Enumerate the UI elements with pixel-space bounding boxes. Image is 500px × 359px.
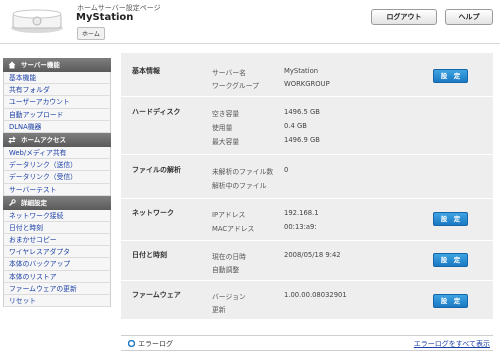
sidebar-item-date-time[interactable]: 日付と時刻	[3, 221, 111, 235]
key-ip-address: IPアドレス	[212, 211, 246, 219]
settings-icon	[9, 198, 16, 206]
value-server-name: MyStation	[284, 67, 319, 75]
value-mac-address: 00:13:a9:	[284, 223, 317, 231]
sidebar-item-network-connection[interactable]: ネットワーク接続	[3, 209, 111, 222]
value-free-space: 1496.5 GB	[284, 108, 320, 116]
sidebar-item-auto-upload[interactable]: 自動アップロード	[3, 108, 111, 121]
config-button-basic-info[interactable]: 設 定	[433, 69, 468, 83]
section-label: 日付と時刻	[132, 251, 167, 259]
key-mac-address: MACアドレス	[212, 225, 255, 233]
device-logo-icon	[11, 9, 63, 33]
key-free-space: 空き容量	[212, 110, 240, 118]
sidebar-section-home-access: ホームアクセス	[3, 132, 111, 147]
key-firmware-update: 更新	[212, 306, 226, 314]
value-unanalyzed-files: 0	[284, 166, 289, 174]
key-current-datetime: 現在の日時	[212, 253, 246, 261]
value-used-space: 0.4 GB	[284, 122, 307, 130]
config-button-date-time[interactable]: 設 定	[433, 253, 468, 267]
section-date-time: 日付と時刻 現在の日時 2008/05/18 9:42 自動調整 設 定	[121, 241, 493, 281]
sidebar-section-advanced: 詳細設定	[3, 195, 111, 210]
sidebar-item-auto-copy[interactable]: おまかせコピー	[3, 234, 111, 247]
sidebar-item-server-test[interactable]: サーバーテスト	[3, 183, 111, 196]
key-firmware-version: バージョン	[212, 293, 246, 301]
page-title: MyStation	[76, 12, 134, 23]
key-workgroup: ワークグループ	[212, 82, 259, 90]
key-analyzing-file: 解析中のファイル	[212, 182, 267, 190]
section-label: ハードディスク	[132, 108, 181, 116]
home-icon	[8, 61, 16, 69]
section-network: ネットワーク IPアドレス 192.168.1 MACアドレス 00:13:a9…	[121, 199, 493, 241]
section-firmware: ファームウェア バージョン 1.00.00.08032901 更新 設 定	[121, 281, 493, 319]
key-max-capacity: 最大容量	[212, 138, 240, 146]
sidebar-item-backup[interactable]: 本体のバックアップ	[3, 258, 111, 271]
sidebar-section-title: ホームアクセス	[21, 135, 66, 144]
config-button-network[interactable]: 設 定	[433, 212, 468, 226]
sidebar-item-user-account[interactable]: ユーザーアカウント	[3, 96, 111, 109]
sidebar-item-restore[interactable]: 本体のリストア	[3, 270, 111, 283]
value-firmware-version: 1.00.00.08032901	[284, 291, 347, 299]
sidebar-section-server: サーバー機能	[3, 58, 111, 72]
section-label: ネットワーク	[132, 209, 174, 217]
breadcrumb-home[interactable]: ホーム	[77, 27, 105, 40]
value-workgroup: WORKGROUP	[284, 80, 330, 88]
section-hard-disk: ハードディスク 空き容量 1496.5 GB 使用量 0.4 GB 最大容量 1…	[121, 97, 493, 155]
value-current-datetime: 2008/05/18 9:42	[284, 251, 341, 259]
section-label: 基本情報	[132, 67, 160, 75]
config-button-firmware[interactable]: 設 定	[433, 294, 468, 308]
sidebar-item-datalink-receive[interactable]: データリンク（受信）	[3, 171, 111, 184]
sidebar-item-datalink-send[interactable]: データリンク（送信）	[3, 159, 111, 172]
section-file-analysis: ファイルの解析 未解析のファイル数 0 解析中のファイル	[121, 155, 493, 199]
sidebar-item-shared-folder[interactable]: 共有フォルダ	[3, 84, 111, 97]
sidebar-section-title: サーバー機能	[21, 61, 60, 69]
help-button[interactable]: ヘルプ	[445, 9, 493, 25]
sidebar-item-wireless-adapter[interactable]: ワイヤレスアダプタ	[3, 246, 111, 259]
key-unanalyzed-files: 未解析のファイル数	[212, 168, 274, 176]
bullet-icon	[128, 340, 135, 347]
sidebar-item-reset[interactable]: リセット	[3, 295, 111, 308]
page-header: ホームサーバー設定ページ MyStation ホーム ログアウト ヘルプ	[0, 0, 500, 44]
error-log-label: エラーログ	[138, 340, 173, 348]
key-used-space: 使用量	[212, 124, 233, 132]
value-ip-address: 192.168.1	[284, 209, 319, 217]
error-log-bar: エラーログ エラーログをすべて表示	[121, 335, 493, 351]
value-max-capacity: 1496.9 GB	[284, 136, 320, 144]
sidebar-section-title: 詳細設定	[21, 198, 47, 207]
key-auto-adjust: 自動調整	[212, 266, 240, 274]
sidebar-item-dlna[interactable]: DLNA機器	[3, 120, 111, 133]
section-basic-info: 基本情報 サーバー名 MyStation ワークグループ WORKGROUP 設…	[121, 53, 493, 97]
show-all-error-log-link[interactable]: エラーログをすべて表示	[414, 339, 490, 349]
section-label: ファイルの解析	[132, 166, 181, 174]
network-icon	[8, 136, 16, 144]
sidebar-item-web-media-share[interactable]: Web/メディア共有	[3, 146, 111, 160]
sidebar: サーバー機能 基本機能 共有フォルダ ユーザーアカウント 自動アップロード DL…	[3, 58, 111, 308]
key-server-name: サーバー名	[212, 69, 246, 77]
logout-button[interactable]: ログアウト	[371, 9, 437, 25]
status-panel: 基本情報 サーバー名 MyStation ワークグループ WORKGROUP 設…	[121, 53, 493, 319]
section-label: ファームウェア	[132, 291, 181, 299]
sidebar-item-basic[interactable]: 基本機能	[3, 72, 111, 85]
sidebar-item-firmware-update[interactable]: ファームウェアの更新	[3, 282, 111, 295]
